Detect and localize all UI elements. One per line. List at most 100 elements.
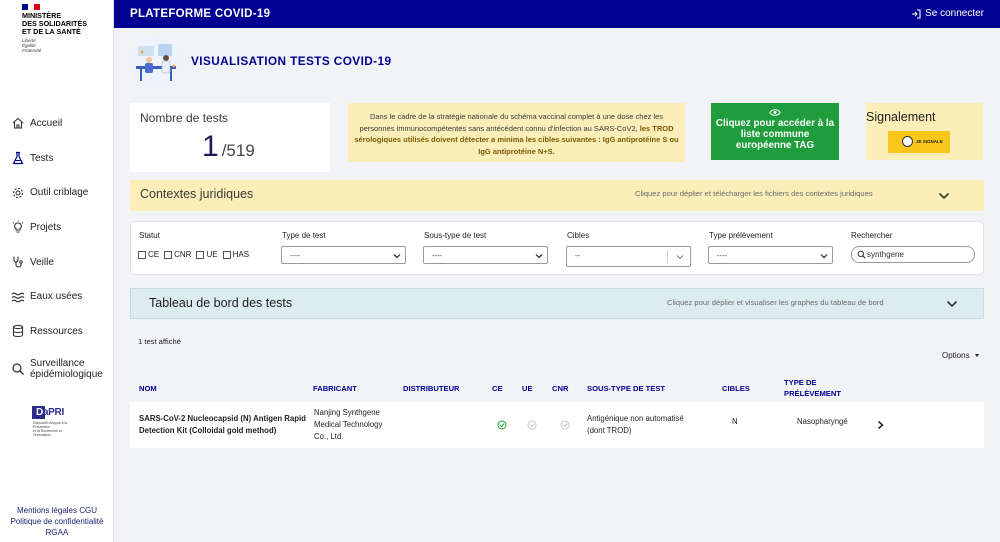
checkbox-box[interactable] — [222, 250, 231, 259]
options-label: Options — [942, 351, 970, 360]
column-header-sous-type[interactable]: SOUS-TYPE DE TEST — [587, 383, 665, 394]
chevron-down-icon — [676, 255, 684, 260]
sidebar-item-tests[interactable]: Tests — [0, 141, 114, 176]
sidebar-item-label: Veille — [30, 256, 54, 268]
sidebar-item-surveillance[interactable]: Surveillance épidémiologique — [0, 349, 114, 389]
column-header-ce[interactable]: CE — [492, 383, 503, 394]
column-header-cnr[interactable]: CNR — [552, 383, 568, 394]
legal-contexts-panel[interactable]: Contextes juridiques Cliquez pour déplie… — [130, 180, 984, 211]
top-bar: PLATEFORME COVID-19 Se connecter — [114, 0, 1000, 28]
dashboard-panel[interactable]: Tableau de bord des tests Cliquez pour d… — [130, 288, 984, 319]
cell-nom: SARS-CoV-2 Nucleocapsid (N) Antigen Rapi… — [139, 414, 306, 435]
options-menu[interactable]: Options — [942, 351, 979, 360]
chevron-right-icon[interactable] — [877, 420, 884, 430]
cell-fabricant: Nanjing Synthgene Medical Technology Co.… — [314, 408, 383, 441]
home-icon — [12, 118, 24, 129]
ministry-logo[interactable]: MINISTÈRE DES SOLIDARITÉS ET DE LA SANTÉ… — [22, 4, 102, 53]
type-test-value: ---- — [290, 251, 300, 260]
rgaa-link[interactable]: RGAA — [0, 527, 114, 538]
column-header-nom[interactable]: NOM — [139, 383, 157, 394]
column-header-prelevement[interactable]: TYPE DE PRÉLÈVEMENT — [784, 377, 844, 399]
checkbox-box[interactable] — [138, 250, 146, 259]
chevron-down-icon — [820, 254, 828, 259]
checkbox-cnr[interactable]: CNR — [164, 250, 191, 259]
eu-tag-list-label: Cliquez pour accéder à la liste commune … — [715, 118, 835, 151]
sidebar-item-eaux-usees[interactable]: Eaux usées — [0, 279, 114, 314]
displayed-count: 1 — [202, 130, 219, 163]
chevron-down-icon — [946, 300, 958, 308]
select-divider — [667, 250, 668, 263]
legal-link[interactable]: Mentions légales CGU — [0, 505, 114, 516]
eu-tag-list-button[interactable]: Cliquez pour accéder à la liste commune … — [711, 103, 839, 160]
dapri-logo[interactable]: DaPRI Dispositif d'Appui à la Prévention… — [32, 404, 80, 437]
results-count: 1 test affiché — [138, 337, 181, 346]
dapri-subtitle: Dispositif d'Appui à la Prévention et la… — [33, 421, 68, 437]
sidebar-item-ressources[interactable]: Ressources — [0, 314, 114, 349]
search-icon — [12, 363, 24, 375]
waves-icon — [11, 292, 25, 303]
column-header-fabricant[interactable]: FABRICANT — [313, 383, 357, 394]
checkbox-box[interactable] — [196, 250, 205, 259]
type-test-label: Type de test — [282, 231, 326, 240]
checkbox-label: UE — [206, 250, 218, 259]
checkbox-label: HAS — [232, 250, 250, 259]
checkbox-has[interactable]: HAS — [222, 250, 250, 259]
caret-down-icon — [974, 354, 979, 357]
signalement-card: Signalement JE SIGNALE — [866, 103, 983, 160]
cibles-label: Cibles — [567, 231, 590, 240]
privacy-link[interactable]: Politique de confidentialité — [0, 516, 114, 527]
page-illustration — [130, 36, 182, 88]
legal-contexts-title: Contextes juridiques — [140, 187, 254, 201]
sidebar-item-label: Surveillance épidémiologique — [30, 357, 103, 380]
checkbox-box[interactable] — [164, 250, 173, 259]
column-header-ue[interactable]: UE — [522, 383, 533, 394]
ministry-name: MINISTÈRE DES SOLIDARITÉS ET DE LA SANTÉ — [22, 11, 88, 36]
flask-icon — [12, 151, 24, 165]
sidebar-item-projets[interactable]: Projets — [0, 210, 114, 245]
sidebar-item-label: Tests — [30, 152, 54, 164]
legal-contexts-hint: Cliquez pour déplier et télécharger les … — [635, 189, 873, 198]
chevron-down-icon — [393, 254, 401, 259]
sidebar-item-outil-criblage[interactable]: Outil criblage — [0, 175, 114, 210]
test-count-label: Nombre de tests — [140, 111, 229, 125]
prelevement-value: ---- — [717, 251, 727, 260]
report-button[interactable]: JE SIGNALE — [888, 131, 950, 153]
sidebar-item-veille[interactable]: Veille — [0, 245, 114, 280]
table-row[interactable]: SARS-CoV-2 Nucleocapsid (N) Antigen Rapi… — [130, 402, 984, 448]
checkbox-ce[interactable]: CE — [138, 250, 159, 259]
database-icon — [12, 325, 24, 338]
sidebar: MINISTÈRE DES SOLIDARITÉS ET DE LA SANTÉ… — [0, 0, 114, 542]
prelevement-select[interactable]: ---- — [708, 246, 833, 264]
app-title[interactable]: PLATEFORME COVID-19 — [130, 8, 270, 20]
report-icon — [902, 136, 913, 147]
sous-type-select[interactable]: ---- — [423, 246, 548, 264]
search-input[interactable]: synthgene — [851, 246, 975, 263]
checkbox-ue[interactable]: UE — [196, 250, 218, 259]
type-test-select[interactable]: ---- — [281, 246, 406, 264]
cell-prelevement: Nasopharyngé — [797, 417, 848, 426]
cibles-select[interactable]: -- — [566, 246, 691, 267]
cell-cibles: N — [732, 417, 738, 426]
search-icon — [857, 250, 866, 259]
statut-label: Statut — [139, 231, 160, 240]
dashboard-title: Tableau de bord des tests — [149, 296, 293, 310]
cell-sous-type: Antigénique non automatisé (dont TROD) — [587, 414, 684, 435]
sidebar-nav: Accueil Tests Outil criblage Projets Vei… — [0, 106, 114, 389]
chevron-down-icon — [535, 254, 543, 259]
sidebar-item-accueil[interactable]: Accueil — [0, 106, 114, 141]
column-header-distributeur[interactable]: DISTRIBUTEUR — [403, 383, 460, 394]
login-button[interactable]: Se connecter — [911, 8, 984, 19]
cibles-value: -- — [575, 251, 580, 260]
sidebar-item-label: Outil criblage — [30, 187, 89, 199]
column-header-cibles[interactable]: CIBLES — [722, 383, 750, 394]
signalement-title: Signalement — [866, 110, 936, 124]
sidebar-item-label: Projets — [30, 221, 62, 233]
info-text: Dans le cadre de la stratégie nationale … — [359, 112, 664, 133]
search-label: Rechercher — [851, 231, 893, 240]
checkbox-label: CNR — [174, 250, 192, 259]
gear-icon — [12, 187, 24, 198]
check-circle-icon — [527, 420, 537, 430]
sous-type-value: ---- — [432, 251, 442, 260]
test-count-card: Nombre de tests 1 /519 — [130, 103, 330, 172]
check-circle-icon — [560, 420, 570, 430]
